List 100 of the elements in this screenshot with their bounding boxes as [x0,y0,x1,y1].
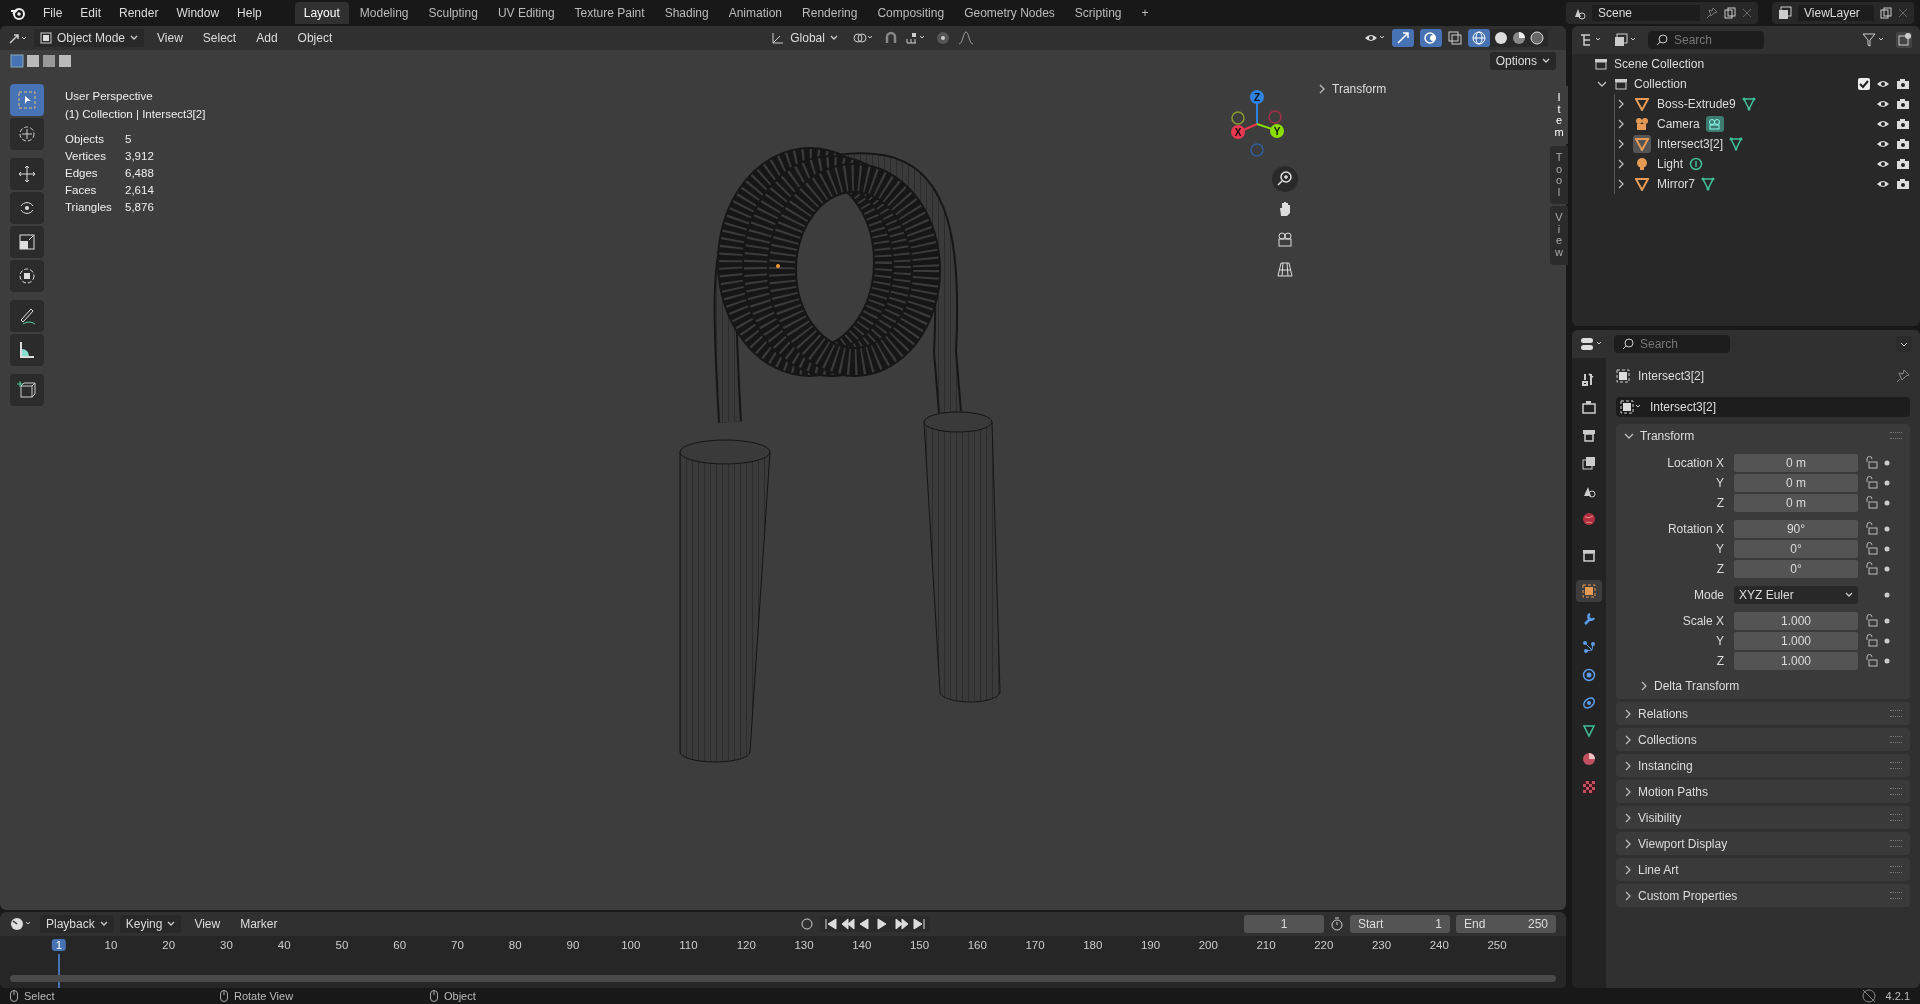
scene-selector[interactable]: Scene [1566,2,1758,24]
drag-handle-icon[interactable] [1890,814,1902,821]
keyframe-dot-icon[interactable] [1884,546,1890,552]
gizmo-toggle-button[interactable] [1392,29,1414,47]
drag-handle-icon[interactable] [1890,736,1902,743]
menu-item[interactable]: Edit [73,3,109,23]
keyframe-dot-icon[interactable] [1884,460,1890,466]
tree-item[interactable]: Scene Collection [1614,57,1705,71]
copy-icon[interactable] [1724,7,1736,19]
mode-dropdown[interactable]: Object Mode [34,29,145,47]
lock-icon[interactable] [1864,634,1878,648]
close-icon[interactable] [1898,8,1908,18]
name-field[interactable]: Intersect3[2] [1616,397,1910,417]
eye-icon[interactable] [1876,98,1890,110]
tree-item[interactable]: Light [1657,157,1684,171]
workspace-tab[interactable]: UV Editing [488,2,564,24]
drag-handle-icon[interactable] [1890,840,1902,847]
keyframe-dot-icon[interactable] [1884,480,1890,486]
menu-item[interactable]: Object [290,28,340,48]
sidebar-tab[interactable]: View [1550,206,1568,265]
blender-logo-icon[interactable] [10,5,26,21]
lock-icon[interactable] [1864,542,1878,556]
lock-icon[interactable] [1864,496,1878,510]
tool-button[interactable] [10,334,44,366]
overlay-toggle-button[interactable] [1420,29,1442,47]
proportional-edit-icon[interactable] [935,31,950,45]
keyframe-dot-icon[interactable] [1884,618,1890,624]
record-icon[interactable] [799,917,814,931]
workspace-tab[interactable]: Shading [655,2,718,24]
falloff-curve-icon[interactable] [957,31,974,45]
lock-icon[interactable] [1864,456,1878,470]
panel-title[interactable]: Motion Paths [1638,784,1709,799]
panel-title[interactable]: Visibility [1638,810,1682,825]
zoom-icon[interactable] [1272,166,1298,192]
pin-icon[interactable] [1706,7,1718,19]
camera-data-icon[interactable] [1705,116,1724,132]
panel-title[interactable]: Relations [1638,706,1689,721]
add-workspace-button[interactable]: + [1132,2,1158,24]
lock-icon[interactable] [1864,562,1878,576]
camera-icon[interactable] [1896,98,1910,110]
keyframe-dot-icon[interactable] [1884,500,1890,506]
pin-icon[interactable] [1896,369,1910,383]
number-field[interactable]: 0° [1734,560,1858,578]
eye-icon[interactable] [1876,138,1890,150]
object-icon-button[interactable] [1633,135,1651,153]
panel-title[interactable]: Collections [1638,732,1697,747]
menu-item[interactable]: Marker [233,914,285,934]
menu-item[interactable]: View [187,914,228,934]
editor-type-icon[interactable] [8,31,28,45]
lock-icon[interactable] [1864,476,1878,490]
rendered-shading-icon[interactable] [1530,31,1544,45]
close-icon[interactable] [1742,8,1752,18]
camera-icon[interactable] [1896,178,1910,190]
tool-button[interactable] [10,192,44,224]
end-frame-field[interactable]: End 250 [1456,915,1556,933]
eye-icon[interactable] [1876,78,1890,90]
camera-icon[interactable] [1896,118,1910,130]
solid-shading-icon[interactable] [1494,31,1508,45]
number-field[interactable]: 0 m [1734,474,1858,492]
drag-handle-icon[interactable] [1890,866,1902,873]
magnet-icon[interactable] [883,31,898,45]
workspace-tab[interactable]: Animation [719,2,792,24]
wireframe-shading-button[interactable] [1468,29,1490,47]
tree-item[interactable]: Camera [1657,117,1700,131]
keyframe-dot-icon[interactable] [1884,592,1890,598]
camera-icon[interactable] [1896,138,1910,150]
panel-title[interactable]: Transform [1640,428,1695,443]
panel-title[interactable]: Line Art [1638,862,1679,877]
new-collection-icon[interactable] [1896,32,1912,48]
tool-button[interactable] [10,226,44,258]
mode-dropdown[interactable]: XYZ Euler [1734,586,1858,604]
frame-field[interactable]: 1 [1244,915,1324,933]
xray-icon[interactable] [1448,31,1462,45]
object-icon-button[interactable] [1633,175,1651,193]
lock-icon[interactable] [1864,654,1878,668]
tree-item[interactable]: Boss-Extrude9 [1657,97,1736,111]
keyframe-dot-icon[interactable] [1884,658,1890,664]
material-shading-icon[interactable] [1512,31,1526,45]
tool-button[interactable] [10,300,44,332]
workspace-tab[interactable]: Rendering [793,2,867,24]
search-field[interactable]: Search [1614,335,1730,353]
options-dropdown[interactable]: Options [1489,52,1556,70]
menu-dropdown[interactable]: Playback [40,915,114,933]
panel-title[interactable]: Viewport Display [1638,836,1728,851]
drag-handle-icon[interactable] [1890,710,1902,717]
workspace-tab[interactable]: Geometry Nodes [955,2,1064,24]
panel-title[interactable]: Instancing [1638,758,1693,773]
menu-item[interactable]: File [36,3,70,23]
camera-icon[interactable] [1896,158,1910,170]
sidebar-tab[interactable]: Tool [1550,146,1568,205]
camera-icon[interactable] [1896,78,1910,90]
number-field[interactable]: 1.000 [1734,612,1858,630]
number-field[interactable]: 1.000 [1734,652,1858,670]
menu-item[interactable]: Render [112,3,166,23]
workspace-tab[interactable]: Compositing [868,2,954,24]
keyframe-dot-icon[interactable] [1884,566,1890,572]
axis-gizmo-drawing[interactable]: Z X Y [1222,86,1292,162]
eye-icon[interactable] [1876,158,1890,170]
properties-tab[interactable] [1576,580,1602,602]
chevron-down-icon[interactable] [1896,336,1912,352]
